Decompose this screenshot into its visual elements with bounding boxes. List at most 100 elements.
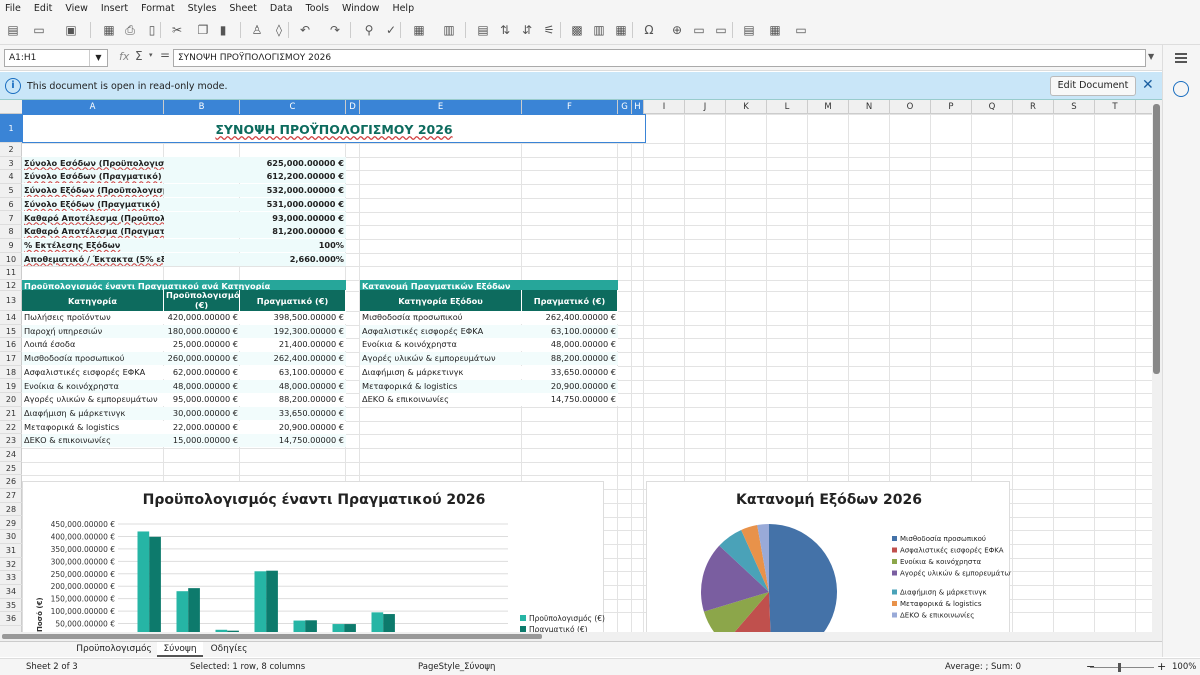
- column-header-d[interactable]: D: [346, 100, 360, 114]
- undo-icon[interactable]: ↶: [296, 21, 314, 39]
- formula-icon[interactable]: =: [160, 48, 170, 62]
- column-header-g[interactable]: G: [618, 100, 632, 114]
- row-header-36[interactable]: 36: [0, 612, 22, 627]
- find-icon[interactable]: ⚲: [360, 21, 378, 39]
- column-header-e[interactable]: E: [360, 100, 522, 114]
- row-header-24[interactable]: 24: [0, 448, 22, 462]
- column-header-f[interactable]: F: [522, 100, 618, 114]
- row-header-17[interactable]: 17: [0, 352, 22, 366]
- row-header-8[interactable]: 8: [0, 225, 22, 239]
- row-header-32[interactable]: 32: [0, 558, 22, 572]
- link-icon[interactable]: ⊕: [668, 21, 686, 39]
- column-header-t[interactable]: T: [1095, 100, 1136, 114]
- row-header-2[interactable]: 2: [0, 143, 22, 157]
- print-icon[interactable]: ⎙: [121, 21, 139, 39]
- menu-view[interactable]: View: [65, 3, 88, 14]
- row-header-26[interactable]: 26: [0, 475, 22, 490]
- clear-format-icon[interactable]: ◊: [270, 21, 288, 39]
- define-print-icon[interactable]: ▤: [740, 21, 758, 39]
- row-header-3[interactable]: 3: [0, 157, 22, 171]
- row-header-28[interactable]: 28: [0, 503, 22, 517]
- row-header-31[interactable]: 31: [0, 544, 22, 558]
- row-header-25[interactable]: 25: [0, 462, 22, 476]
- sidebar-menu-icon[interactable]: [1175, 53, 1187, 63]
- menu-window[interactable]: Window: [342, 3, 379, 14]
- chevron-down-icon[interactable]: ▼: [89, 50, 107, 66]
- row-header-20[interactable]: 20: [0, 393, 22, 407]
- row-header-9[interactable]: 9: [0, 239, 22, 253]
- open-icon[interactable]: ▭: [30, 21, 48, 39]
- menu-data[interactable]: Data: [270, 3, 293, 14]
- column-header-p[interactable]: P: [931, 100, 972, 114]
- column-header-a[interactable]: A: [22, 100, 164, 114]
- merge-icon[interactable]: ▤: [474, 21, 492, 39]
- column-header-c[interactable]: C: [240, 100, 346, 114]
- save-icon[interactable]: ▣: [62, 21, 80, 39]
- column-header-s[interactable]: S: [1054, 100, 1095, 114]
- copy-icon[interactable]: ❐: [194, 21, 212, 39]
- autofilter-icon[interactable]: ⚟: [540, 21, 558, 39]
- row-header-5[interactable]: 5: [0, 184, 22, 198]
- function-wizard-icon[interactable]: fx: [119, 50, 129, 63]
- tab-instructions[interactable]: Οδηγίες: [204, 642, 254, 657]
- expand-formula-icon[interactable]: ▼: [1148, 52, 1154, 61]
- scroll-thumb[interactable]: [2, 634, 542, 639]
- spellcheck-icon[interactable]: ✓: [382, 21, 400, 39]
- column-header-i[interactable]: I: [644, 100, 685, 114]
- chart-icon[interactable]: ▥: [590, 21, 608, 39]
- menu-tools[interactable]: Tools: [306, 3, 329, 14]
- menu-edit[interactable]: Edit: [34, 3, 52, 14]
- page-style[interactable]: PageStyle_Σύνοψη: [418, 662, 495, 672]
- row-header-1[interactable]: 1: [0, 114, 22, 143]
- row-header-7[interactable]: 7: [0, 212, 22, 226]
- freeze-icon[interactable]: ▦: [766, 21, 784, 39]
- column-header-h[interactable]: H: [632, 100, 644, 114]
- sort-asc-icon[interactable]: ⇅: [496, 21, 514, 39]
- row-header-35[interactable]: 35: [0, 599, 22, 613]
- special-char-icon[interactable]: Ω: [640, 21, 658, 39]
- image-icon[interactable]: ▩: [568, 21, 586, 39]
- row-header-23[interactable]: 23: [0, 434, 22, 448]
- sort-desc-icon[interactable]: ⇵: [518, 21, 536, 39]
- navigator-icon[interactable]: [1173, 81, 1189, 97]
- redo-icon[interactable]: ↷: [326, 21, 344, 39]
- column-header-n[interactable]: N: [849, 100, 890, 114]
- column-header-j[interactable]: J: [685, 100, 726, 114]
- row-header-33[interactable]: 33: [0, 571, 22, 585]
- row-header-4[interactable]: 4: [0, 170, 22, 185]
- comment-icon[interactable]: ▭: [690, 21, 708, 39]
- column-header-r[interactable]: R: [1013, 100, 1054, 114]
- header-footer-icon[interactable]: ▭: [712, 21, 730, 39]
- row-icon[interactable]: ▦: [410, 21, 428, 39]
- row-header-19[interactable]: 19: [0, 380, 22, 394]
- row-header-14[interactable]: 14: [0, 311, 22, 325]
- column-header-m[interactable]: M: [808, 100, 849, 114]
- sum-icon[interactable]: Σ: [135, 49, 143, 63]
- split-window-icon[interactable]: ▭: [792, 21, 810, 39]
- row-header-34[interactable]: 34: [0, 585, 22, 599]
- spreadsheet-grid[interactable]: ABCDEFGHIJKLMNOPQRST 1 2 3 4 5 6 7 8 9 10 11 12 13 14…: [0, 100, 1162, 632]
- row-header-12[interactable]: 12: [0, 280, 22, 291]
- print-preview-icon[interactable]: ▯: [143, 21, 161, 39]
- close-icon[interactable]: ✕: [1142, 77, 1154, 93]
- row-header-13[interactable]: 13: [0, 291, 22, 311]
- pivot-icon[interactable]: ▦: [612, 21, 630, 39]
- menu-styles[interactable]: Styles: [188, 3, 217, 14]
- row-header-10[interactable]: 10: [0, 253, 22, 267]
- column-header-b[interactable]: B: [164, 100, 240, 114]
- column-header-o[interactable]: O: [890, 100, 931, 114]
- export-pdf-icon[interactable]: ▦: [100, 21, 118, 39]
- sum-dropdown-icon[interactable]: ▾: [149, 51, 153, 59]
- pie-chart[interactable]: Κατανομή Εξόδων 2026 Μισθοδοσία προσωπικ…: [646, 481, 1011, 632]
- row-header-6[interactable]: 6: [0, 198, 22, 212]
- menu-sheet[interactable]: Sheet: [229, 3, 256, 14]
- row-header-30[interactable]: 30: [0, 530, 22, 544]
- paste-icon[interactable]: ▮: [214, 21, 232, 39]
- row-header-18[interactable]: 18: [0, 366, 22, 380]
- edit-document-button[interactable]: Edit Document: [1050, 76, 1136, 96]
- menu-insert[interactable]: Insert: [101, 3, 128, 14]
- menu-help[interactable]: Help: [392, 3, 414, 14]
- row-header-22[interactable]: 22: [0, 421, 22, 435]
- horizontal-scrollbar[interactable]: [0, 632, 1162, 641]
- formula-input[interactable]: ΣΥΝΟΨΗ ΠΡΟΫΠΟΛΟΓΙΣΜΟΥ 2026: [173, 49, 1146, 67]
